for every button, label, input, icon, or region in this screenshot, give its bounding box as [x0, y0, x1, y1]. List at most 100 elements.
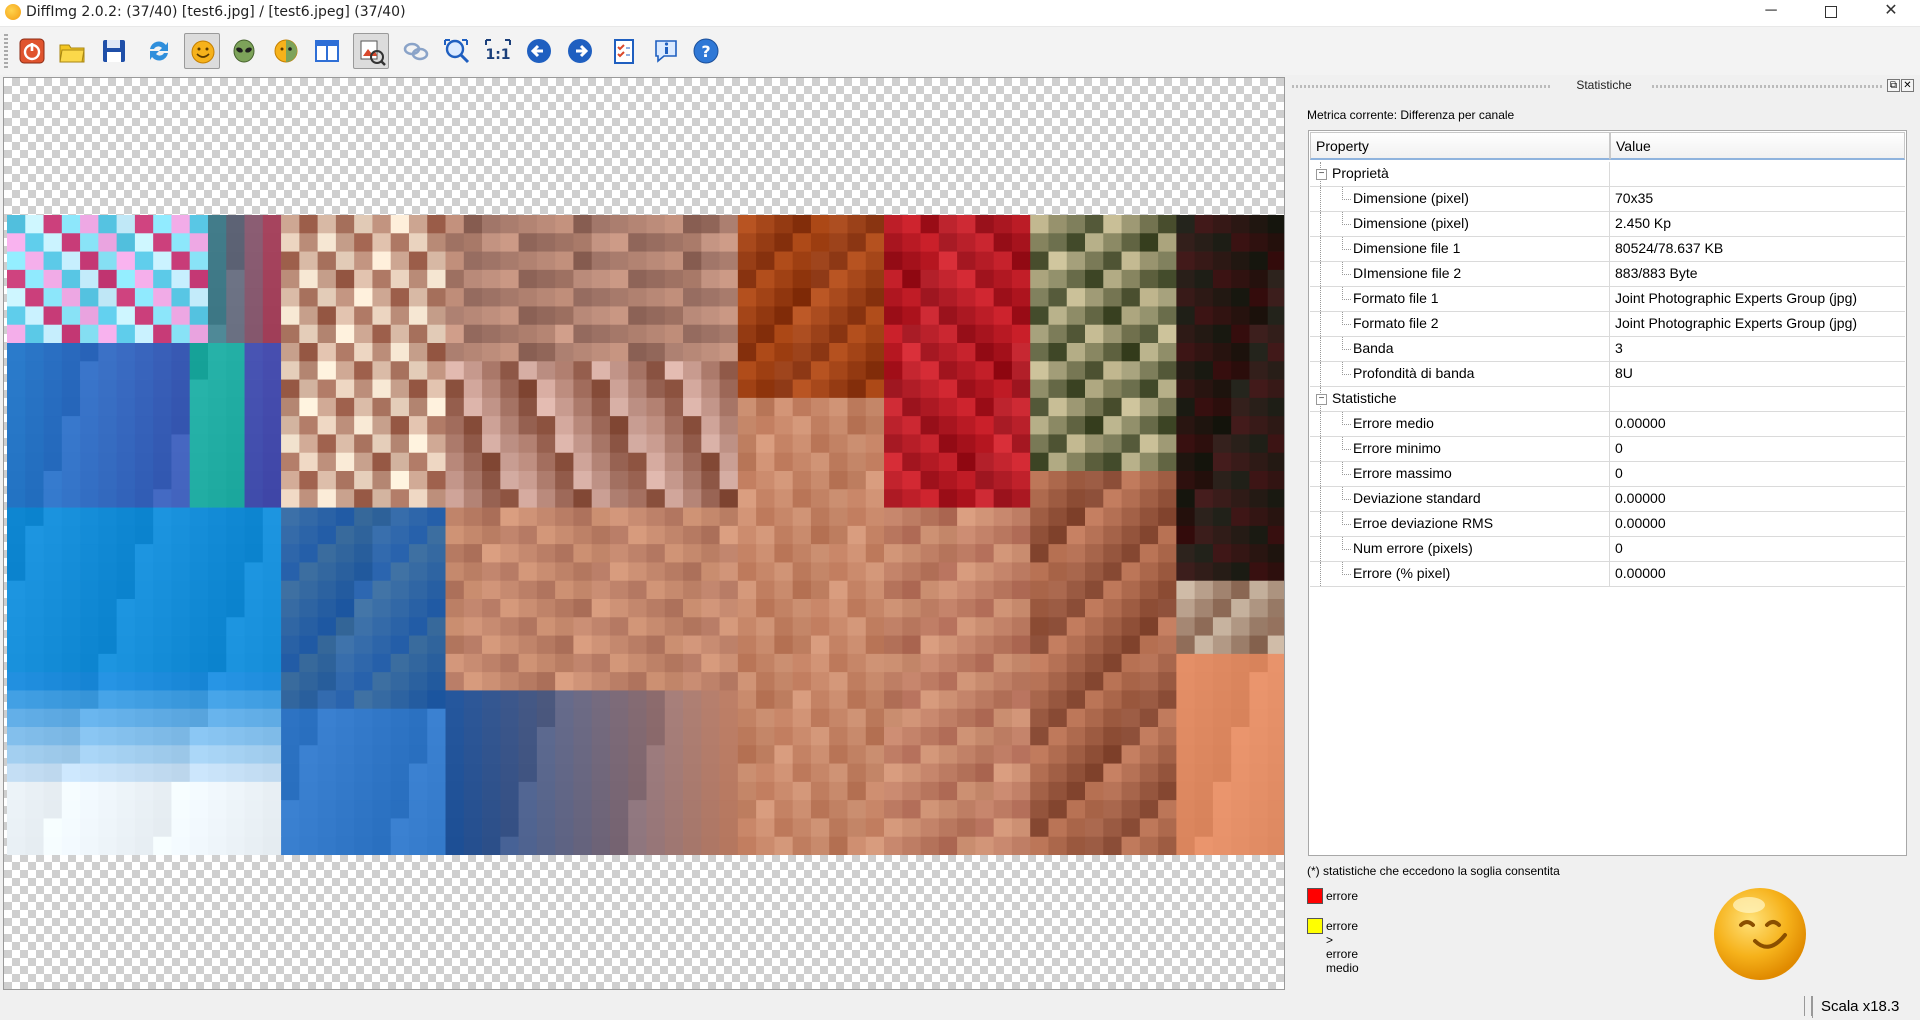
- help-button[interactable]: ?: [688, 33, 724, 69]
- table-row[interactable]: Errore medio 0.00000: [1310, 412, 1905, 437]
- table-row[interactable]: Deviazione standard 0.00000: [1310, 487, 1905, 512]
- help-icon: ?: [693, 38, 719, 64]
- link-button[interactable]: [398, 33, 434, 69]
- tree-line: [1310, 212, 1334, 236]
- zoom-fit-icon: [444, 39, 470, 64]
- property-label: Formato file 2: [1353, 315, 1439, 331]
- error-swatch: [1307, 888, 1323, 904]
- property-value: Joint Photographic Experts Group (jpg): [1615, 290, 1858, 306]
- above-mean-swatch: [1307, 918, 1323, 934]
- close-button[interactable]: ✕: [1862, 0, 1920, 24]
- property-value: Joint Photographic Experts Group (jpg): [1615, 315, 1858, 331]
- column-header-value[interactable]: Value: [1610, 132, 1905, 160]
- image-view[interactable]: [3, 77, 1285, 990]
- properties-table[interactable]: Property Value − Proprietà Dimensione (pix…: [1308, 130, 1907, 856]
- tree-line: [1310, 562, 1334, 586]
- tree-elbow: [1342, 237, 1351, 250]
- property-cell: DImensione file 2: [1310, 262, 1610, 286]
- tree-elbow: [1342, 562, 1351, 575]
- toolbar-grip[interactable]: [4, 34, 8, 68]
- collapse-icon[interactable]: −: [1316, 394, 1327, 405]
- table-row[interactable]: Errore minimo 0: [1310, 437, 1905, 462]
- property-label: DImensione file 2: [1353, 265, 1462, 281]
- table-row[interactable]: Dimensione file 1 80524/78.637 KB: [1310, 237, 1905, 262]
- table-row[interactable]: Num errore (pixels) 0: [1310, 537, 1905, 562]
- save-button[interactable]: [96, 33, 132, 69]
- smiley-button[interactable]: [184, 33, 220, 69]
- app-icon: [5, 4, 21, 20]
- stats-dock-label: Statistiche: [1576, 78, 1632, 92]
- dock-float-button[interactable]: ⧉: [1887, 79, 1900, 92]
- property-cell: Dimensione file 1: [1310, 237, 1610, 261]
- info-button[interactable]: [648, 33, 684, 69]
- table-row[interactable]: DImensione file 2 883/883 Byte: [1310, 262, 1905, 287]
- dock-grip-right[interactable]: [1652, 85, 1882, 88]
- property-label: Profondità di banda: [1353, 365, 1475, 381]
- table-group-row[interactable]: − Proprietà: [1310, 162, 1905, 187]
- property-cell: Formato file 1: [1310, 287, 1610, 311]
- property-cell: Profondità di banda: [1310, 362, 1610, 386]
- mixed-smiley-icon: [274, 39, 298, 63]
- column-header-property[interactable]: Property: [1310, 132, 1610, 160]
- tree-elbow: [1342, 512, 1351, 525]
- table-row[interactable]: Errore massimo 0: [1310, 462, 1905, 487]
- property-cell: Num errore (pixels): [1310, 537, 1610, 561]
- previous-icon: [527, 39, 551, 63]
- previous-button[interactable]: [521, 33, 557, 69]
- mixed-smiley-button[interactable]: [268, 33, 304, 69]
- tree-line: [1310, 362, 1334, 386]
- checklist-button[interactable]: [606, 33, 642, 69]
- minimize-button[interactable]: ─: [1742, 0, 1800, 24]
- property-value: 3: [1615, 340, 1623, 356]
- property-cell: Errore (% pixel): [1310, 562, 1610, 586]
- zoom-1to1-text: 1:1: [485, 47, 510, 63]
- property-cell: Dimensione (pixel): [1310, 187, 1610, 211]
- link-icon: [403, 42, 429, 61]
- next-icon: [568, 39, 592, 63]
- property-cell: Banda: [1310, 337, 1610, 361]
- refresh-button[interactable]: [141, 33, 177, 69]
- open-folder-icon: [59, 44, 85, 63]
- dock-close-button[interactable]: ✕: [1901, 79, 1914, 92]
- collapse-icon[interactable]: −: [1316, 169, 1327, 180]
- property-cell: Errore massimo: [1310, 462, 1610, 486]
- above-mean-label: errore > errore medio: [1326, 919, 1359, 975]
- table-group-row[interactable]: − Statistiche: [1310, 387, 1905, 412]
- table-row[interactable]: Banda 3: [1310, 337, 1905, 362]
- property-value: 0.00000: [1615, 490, 1666, 506]
- zoom-1to1-icon: 1:1: [485, 39, 511, 63]
- tree-line: [1310, 187, 1334, 211]
- tree-elbow: [1342, 262, 1351, 275]
- tree-line: [1310, 237, 1334, 261]
- property-value: 0.00000: [1615, 415, 1666, 431]
- property-label: Erroe deviazione RMS: [1353, 515, 1494, 531]
- difference-view-button[interactable]: [353, 33, 389, 69]
- next-button[interactable]: [562, 33, 598, 69]
- svg-text:?: ?: [701, 42, 710, 61]
- tree-elbow: [1342, 462, 1351, 475]
- dock-grip-left[interactable]: [1292, 85, 1552, 88]
- table-row[interactable]: Profondità di banda 8U: [1310, 362, 1905, 387]
- tree-elbow: [1342, 337, 1351, 350]
- zoom-fit-button[interactable]: [438, 33, 474, 69]
- table-row[interactable]: Dimensione (pixel) 2.450 Kp: [1310, 212, 1905, 237]
- table-row[interactable]: Errore (% pixel) 0.00000: [1310, 562, 1905, 587]
- property-cell: Errore minimo: [1310, 437, 1610, 461]
- table-row[interactable]: Formato file 1 Joint Photographic Experts…: [1310, 287, 1905, 312]
- maximize-button[interactable]: [1802, 0, 1860, 24]
- property-cell: Erroe deviazione RMS: [1310, 512, 1610, 536]
- table-row[interactable]: Formato file 2 Joint Photographic Experts…: [1310, 312, 1905, 337]
- table-row[interactable]: Erroe deviazione RMS 0.00000: [1310, 512, 1905, 537]
- property-label: Deviazione standard: [1353, 490, 1481, 506]
- tree-elbow: [1342, 412, 1351, 425]
- open-button[interactable]: [54, 33, 90, 69]
- current-metric-label: Metrica corrente: Differenza per canale: [1307, 108, 1515, 122]
- zoom-1to1-button[interactable]: 1:1: [480, 33, 516, 69]
- alien-button[interactable]: [226, 33, 262, 69]
- quit-icon: [19, 38, 45, 64]
- table-row[interactable]: Dimensione (pixel) 70x35: [1310, 187, 1905, 212]
- property-value: 883/883 Byte: [1615, 265, 1698, 281]
- dual-panel-button[interactable]: [309, 33, 345, 69]
- quit-button[interactable]: [14, 33, 50, 69]
- property-cell: Errore medio: [1310, 412, 1610, 436]
